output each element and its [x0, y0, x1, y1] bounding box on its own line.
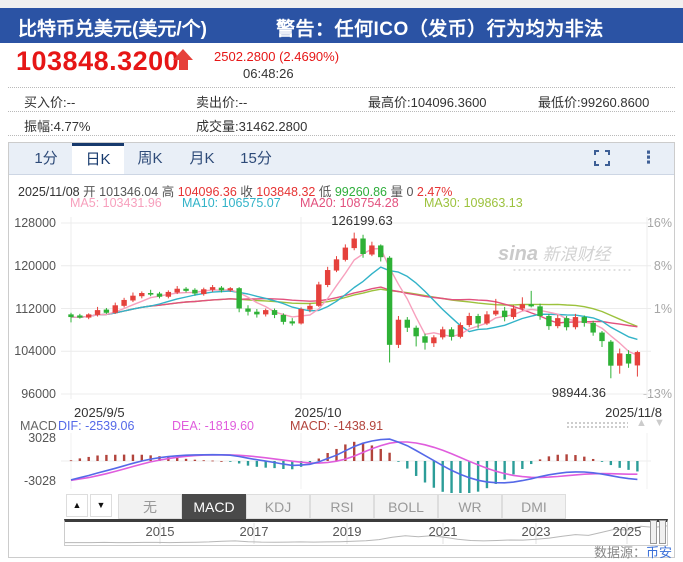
quote-field-3: 最低价:99260.8600 [538, 92, 649, 111]
field-value: -- [239, 95, 248, 110]
low-price-label: 98944.36 [518, 385, 606, 400]
year-label-2017: 2017 [234, 524, 274, 539]
peak-price-label: 126199.63 [312, 213, 412, 228]
quote-field-5: 成交量:31462.2800 [196, 116, 307, 135]
sina-watermark: sina 新浪财经 [498, 240, 632, 272]
page-title: 比特币兑美元(美元/个) [18, 14, 207, 41]
x-label-mid: 2025/10 [288, 405, 348, 420]
indicator-button-BOLL[interactable]: BOLL [374, 494, 438, 519]
scroll-down-icon[interactable]: ▼ [654, 417, 665, 429]
macd-chart[interactable] [9, 431, 669, 493]
ma20-label: MA20: 108754.28 [300, 196, 399, 210]
more-menu-icon[interactable]: ⋮ [640, 148, 657, 168]
data-source: 数据源：币安 [440, 542, 672, 561]
volume-value: 0 [406, 185, 413, 199]
quote-field-1: 卖出价:-- [196, 92, 247, 111]
field-value: 31462.2800 [239, 119, 308, 134]
indicator-button-DMI[interactable]: DMI [502, 494, 566, 519]
field-value: 4.77% [54, 119, 91, 134]
indicator-button-无[interactable]: 无 [118, 494, 182, 519]
field-value: 104096.3600 [411, 95, 487, 110]
price-change: 2502.2800 (2.4690%) [214, 49, 339, 64]
title-bar: 比特币兑美元(美元/个) 警告：任何ICO（发币）行为均为非法 [0, 8, 683, 43]
x-label-start: 2025/9/5 [74, 405, 125, 420]
tab-周K[interactable]: 周K [124, 143, 176, 174]
ico-warning-text: 警告：任何ICO（发币）行为均为非法 [276, 14, 604, 41]
year-label-2019: 2019 [327, 524, 367, 539]
navigator-handle-right[interactable] [659, 520, 666, 544]
ma10-label: MA10: 106575.07 [182, 196, 281, 210]
divider [8, 87, 675, 88]
last-price: 103848.3200 [16, 46, 179, 77]
ma5-label: MA5: 103431.96 [70, 196, 162, 210]
drag-handle-dots[interactable] [566, 421, 628, 429]
field-label: 卖出价: [196, 95, 239, 110]
indicator-button-KDJ[interactable]: KDJ [246, 494, 310, 519]
tab-月K[interactable]: 月K [176, 143, 228, 174]
divider [8, 111, 675, 112]
navigator-handle-left[interactable] [650, 520, 657, 544]
scroll-up-icon[interactable]: ▲ [636, 417, 647, 429]
watermark-text: 新浪财经 [542, 245, 610, 264]
tab-日K[interactable]: 日K [72, 143, 124, 174]
indicator-button-WR[interactable]: WR [438, 494, 502, 519]
watermark-brand: sina [498, 243, 538, 265]
ma30-label: MA30: 109863.13 [424, 196, 523, 210]
field-value: 99260.8600 [581, 95, 650, 110]
year-label-2023: 2023 [516, 524, 556, 539]
field-value: -- [67, 95, 76, 110]
data-source-value[interactable]: 币安 [646, 545, 672, 560]
indicator-button-MACD[interactable]: MACD [182, 494, 246, 519]
tab-1分[interactable]: 1分 [20, 143, 72, 174]
x-label-end: 2025/11/8 [592, 405, 662, 420]
tab-15分[interactable]: 15分 [228, 143, 284, 174]
year-label-2021: 2021 [423, 524, 463, 539]
price-up-arrow-icon [172, 49, 194, 73]
divider [8, 135, 675, 136]
field-label: 最低价: [538, 95, 581, 110]
field-label: 最高价: [368, 95, 411, 110]
quote-time: 06:48:26 [243, 66, 294, 81]
fullscreen-icon[interactable] [594, 150, 610, 166]
indicator-button-RSI[interactable]: RSI [310, 494, 374, 519]
field-label: 买入价: [24, 95, 67, 110]
year-label-2015: 2015 [140, 524, 180, 539]
quote-field-2: 最高价:104096.3600 [368, 92, 487, 111]
pane-up-button[interactable]: ▲ [66, 494, 88, 517]
year-label-2025: 2025 [607, 524, 647, 539]
quote-field-4: 振幅:4.77% [24, 116, 91, 135]
pane-down-button[interactable]: ▼ [90, 494, 112, 517]
field-label: 成交量: [196, 119, 239, 134]
high-label: 高 [162, 185, 175, 199]
data-source-label: 数据源： [594, 545, 646, 560]
quote-field-0: 买入价:-- [24, 92, 75, 111]
field-label: 振幅: [24, 119, 54, 134]
candlestick-chart[interactable] [9, 209, 669, 405]
bitcoin-usd-quote-page: 比特币兑美元(美元/个) 警告：任何ICO（发币）行为均为非法 103848.3… [0, 0, 683, 562]
